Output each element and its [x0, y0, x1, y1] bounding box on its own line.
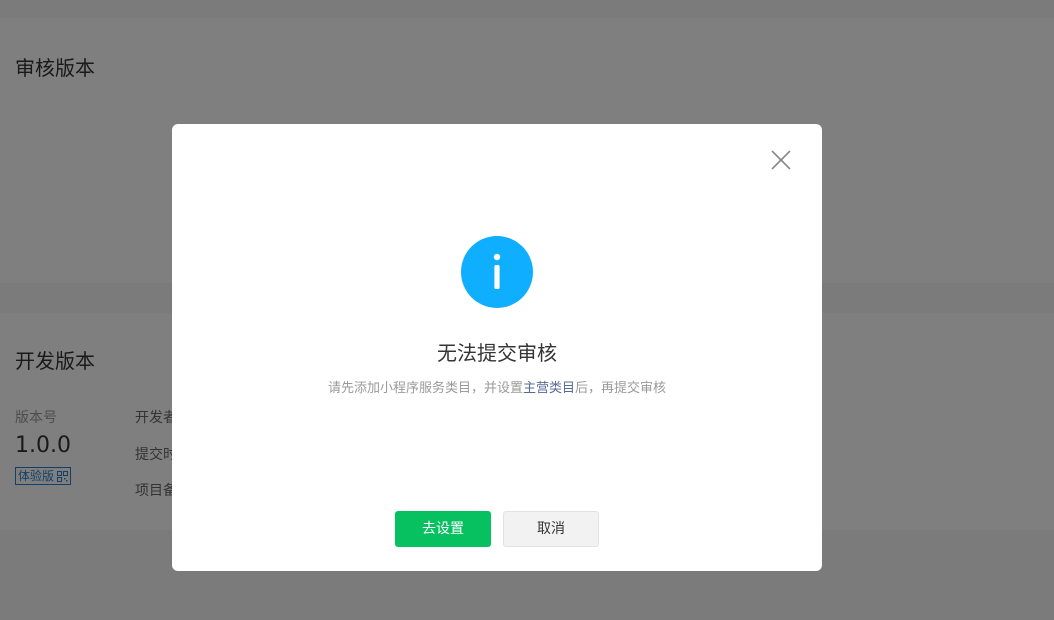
close-icon: [771, 150, 791, 170]
cancel-button[interactable]: 取消: [503, 511, 599, 547]
dialog-description: 请先添加小程序服务类目，并设置主营类目后，再提交审核: [172, 377, 822, 396]
cannot-submit-dialog: 无法提交审核 请先添加小程序服务类目，并设置主营类目后，再提交审核 去设置 取消: [172, 124, 822, 571]
description-text-after: 后，再提交审核: [575, 381, 667, 396]
description-text-before: 请先添加小程序服务类目，并设置: [327, 381, 523, 396]
go-settings-button[interactable]: 去设置: [395, 511, 491, 547]
main-category-link[interactable]: 主营类目: [523, 381, 575, 396]
info-icon: [461, 236, 533, 308]
close-button[interactable]: [769, 148, 793, 172]
dialog-title: 无法提交审核: [437, 341, 557, 365]
